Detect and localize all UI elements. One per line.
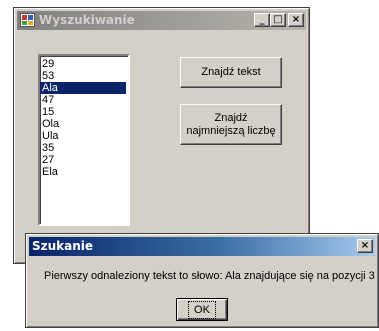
find-text-button[interactable]: Znajdź tekst (180, 57, 282, 88)
ok-button-label: OK (188, 300, 216, 319)
main-window-title: Wyszukiwanie (39, 13, 135, 27)
list-item[interactable]: 29 (40, 58, 128, 70)
maximize-button[interactable]: □ (270, 13, 286, 27)
close-button[interactable]: × (288, 13, 304, 27)
list-item[interactable]: 47 (40, 94, 128, 106)
list-item[interactable]: 15 (40, 106, 128, 118)
find-text-button-label: Znajdź tekst (201, 66, 261, 78)
main-title-bar[interactable]: Wyszukiwanie _ □ × (17, 11, 306, 30)
find-smallest-label-line1: Znajdź (214, 111, 248, 124)
dialog-title: Szukanie (32, 239, 94, 253)
dialog-message: Pierwszy odnaleziony tekst to słowo: Ala… (44, 270, 375, 282)
dialog-title-bar[interactable]: Szukanie × (29, 237, 375, 256)
list-item-selected[interactable]: Ala (40, 82, 126, 94)
find-smallest-label-line2: najmniejszą liczbę (186, 124, 276, 137)
list-item[interactable]: Ula (40, 130, 128, 142)
find-smallest-number-button[interactable]: Znajdź najmniejszą liczbę (180, 104, 282, 145)
search-dialog: Szukanie × Pierwszy odnaleziony tekst to… (25, 233, 379, 328)
list-item[interactable]: 53 (40, 70, 128, 82)
app-icon (20, 13, 35, 27)
items-listbox[interactable]: 29 53 Ala 47 15 Ola Ula 35 27 Ela (38, 54, 130, 226)
list-item[interactable]: Ola (40, 118, 128, 130)
dialog-close-button[interactable]: × (357, 239, 373, 253)
ok-button[interactable]: OK (176, 298, 228, 321)
list-item[interactable]: 27 (40, 154, 128, 166)
main-window: Wyszukiwanie _ □ × 29 53 Ala 47 15 Ola U… (13, 7, 310, 264)
list-item[interactable]: Ela (40, 166, 128, 178)
minimize-button[interactable]: _ (254, 13, 270, 27)
list-item[interactable]: 35 (40, 142, 128, 154)
